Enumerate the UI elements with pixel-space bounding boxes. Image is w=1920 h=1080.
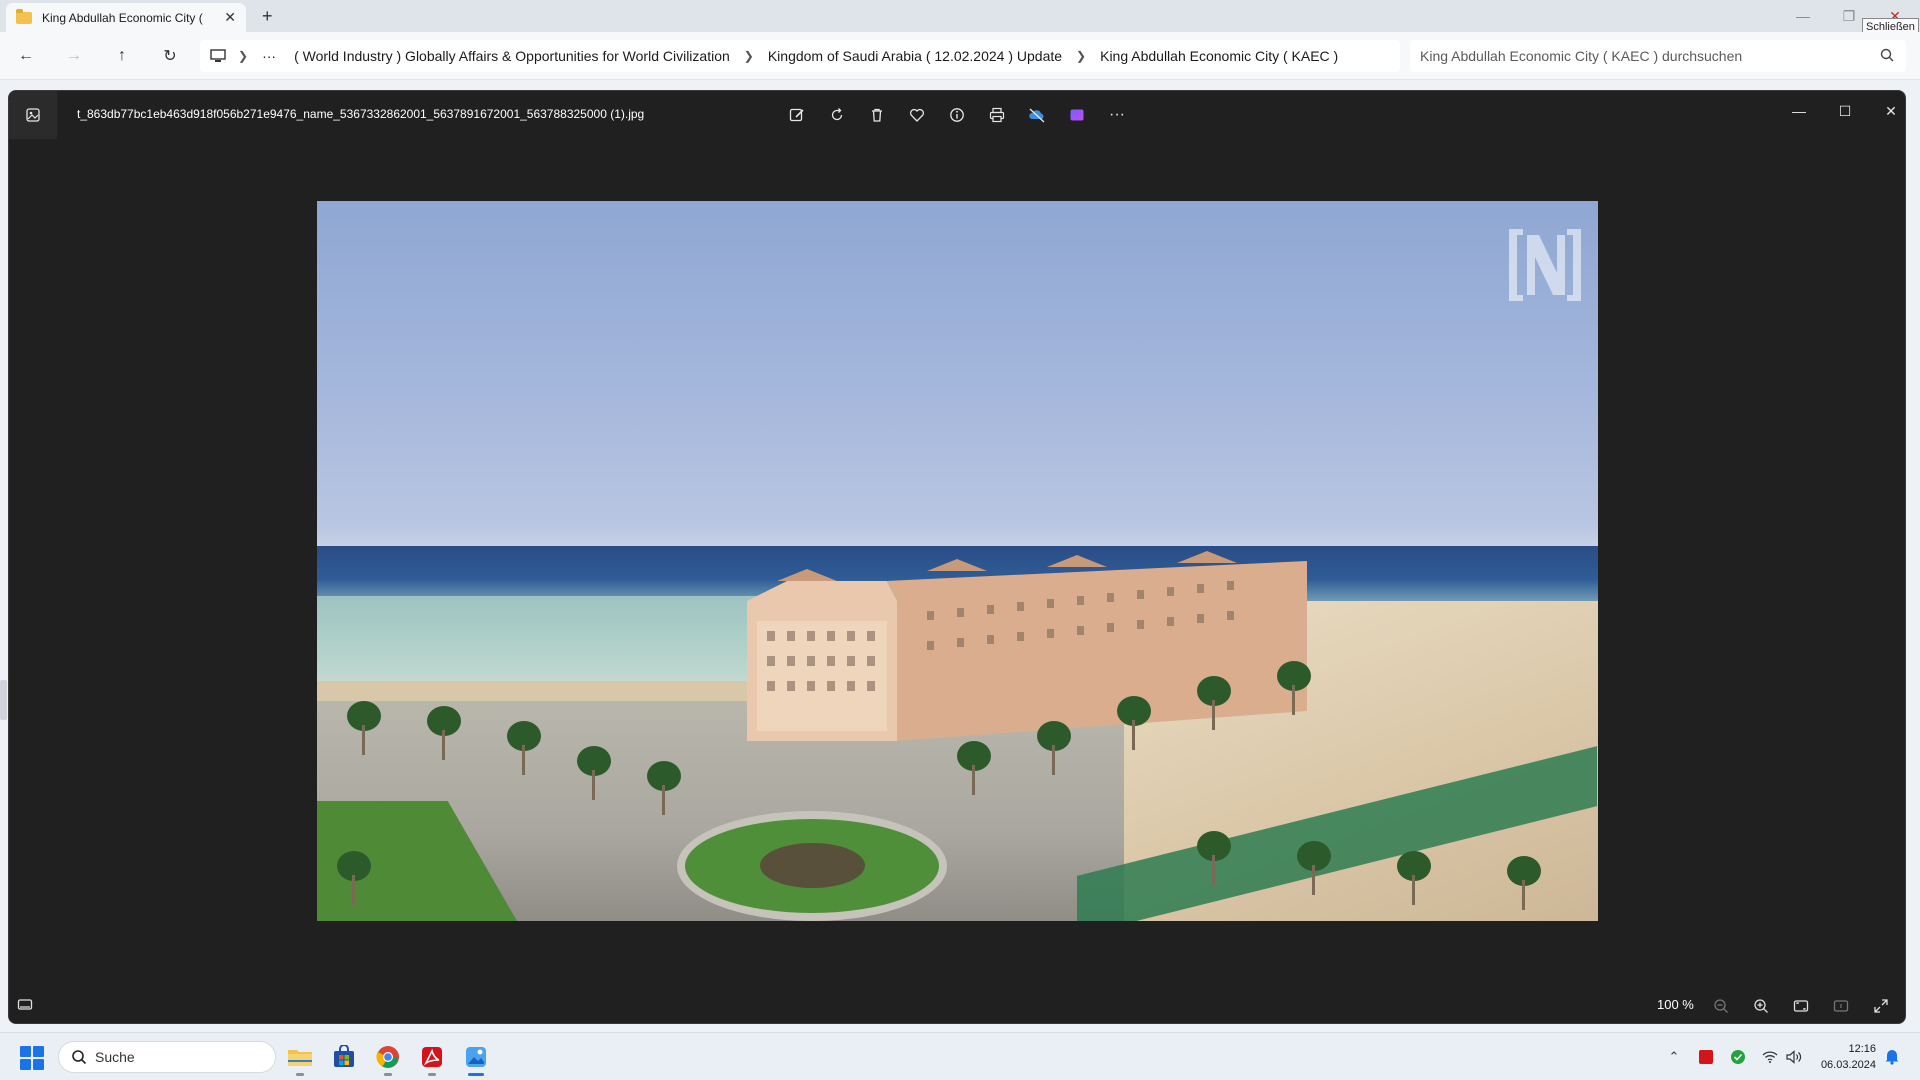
photo-roundabout — [677, 811, 947, 921]
overflow-button[interactable]: ··· — [262, 48, 276, 64]
new-tab-button[interactable]: + — [262, 6, 273, 27]
photo-palm-tree — [577, 746, 611, 800]
breadcrumb-saudi-arabia[interactable]: Kingdom of Saudi Arabia ( 12.02.2024 ) U… — [768, 48, 1062, 64]
photo-palm-tree — [1197, 676, 1231, 730]
viewer-close-icon[interactable]: ✕ — [1879, 99, 1903, 123]
security-check-icon[interactable] — [1728, 1047, 1748, 1067]
photo-palm-tree — [1297, 841, 1331, 895]
acrobat-tray-icon[interactable] — [1696, 1047, 1716, 1067]
search-icon — [1880, 48, 1894, 65]
photo-palm-tree — [347, 701, 381, 755]
photo-palm-tree — [507, 721, 541, 775]
viewer-title-bar: t_863db77bc1eb463d918f056b271e9476_name_… — [9, 91, 1905, 139]
adobe-acrobat-app-icon[interactable] — [416, 1041, 448, 1076]
windows-start-icon[interactable] — [20, 1046, 44, 1070]
photos-app-taskbar-icon[interactable] — [460, 1041, 492, 1076]
photo-palm-tree — [1117, 696, 1151, 750]
clock-date: 06.03.2024 — [1820, 1059, 1876, 1071]
clipchamp-video-icon[interactable] — [1065, 103, 1089, 127]
displayed-photo — [317, 201, 1598, 921]
breadcrumb-world-industry[interactable]: ( World Industry ) Globally Affairs & Op… — [294, 48, 730, 64]
viewer-toolbar: ··· — [785, 103, 1129, 127]
window-edge-handle — [0, 680, 7, 720]
favorite-heart-icon[interactable] — [905, 103, 929, 127]
running-indicator — [384, 1073, 392, 1076]
viewer-bottom-bar: 100 % — [9, 989, 1905, 1023]
refresh-icon[interactable]: ↻ — [158, 44, 182, 68]
wifi-icon[interactable] — [1760, 1047, 1780, 1067]
photo-palm-tree — [1037, 721, 1071, 775]
explorer-search-input[interactable]: King Abdullah Economic City ( KAEC ) dur… — [1410, 40, 1906, 72]
delete-icon[interactable] — [865, 103, 889, 127]
search-placeholder: King Abdullah Economic City ( KAEC ) dur… — [1420, 48, 1743, 64]
volume-icon[interactable] — [1784, 1047, 1804, 1067]
taskbar-search-label: Suche — [95, 1049, 135, 1065]
forward-arrow-icon[interactable]: → — [62, 44, 86, 68]
chevron-right-icon: ❯ — [1076, 49, 1087, 63]
search-icon — [71, 1049, 87, 1068]
photo-palm-tree — [1197, 831, 1231, 885]
chevron-right-icon: ❯ — [743, 49, 754, 63]
tab-close-button[interactable]: ✕ — [224, 9, 236, 26]
minimize-icon[interactable]: — — [1780, 0, 1826, 32]
viewer-maximize-icon[interactable]: ☐ — [1833, 99, 1857, 123]
address-bar[interactable]: ❯ ··· ( World Industry ) Globally Affair… — [200, 40, 1400, 72]
photos-app-icon — [9, 91, 57, 139]
explorer-toolbar: ← → ↑ ↻ ❯ ··· ( World Industry ) Globall… — [0, 32, 1920, 80]
taskbar-clock[interactable]: 12:16 06.03.2024 — [1812, 1041, 1876, 1073]
fit-to-window-icon[interactable] — [1789, 994, 1813, 1018]
running-indicator — [468, 1073, 484, 1076]
zoom-in-icon[interactable] — [1749, 994, 1773, 1018]
file-explorer-app-icon[interactable] — [284, 1041, 316, 1076]
info-icon[interactable] — [945, 103, 969, 127]
photo-palm-tree — [1277, 661, 1311, 715]
folder-icon — [16, 8, 32, 24]
taskbar: Suche ⌃ 12:16 06.03.2024 — [0, 1032, 1920, 1080]
print-icon[interactable] — [985, 103, 1009, 127]
photo-palm-tree — [427, 706, 461, 760]
taskbar-search-input[interactable]: Suche — [58, 1041, 276, 1073]
rotate-icon[interactable] — [825, 103, 849, 127]
more-options-button[interactable]: ··· — [1105, 103, 1129, 127]
microsoft-store-app-icon[interactable] — [328, 1041, 360, 1073]
explorer-tab[interactable]: King Abdullah Economic City ( ✕ — [6, 3, 246, 32]
computer-icon — [210, 49, 226, 63]
viewer-filename: t_863db77bc1eb463d918f056b271e9476_name_… — [77, 107, 645, 121]
photo-palm-tree — [957, 741, 991, 795]
filmstrip-icon[interactable] — [17, 997, 33, 1018]
onedrive-offline-icon[interactable] — [1025, 103, 1049, 127]
photo-palm-tree — [647, 761, 681, 815]
actual-size-icon[interactable] — [1829, 994, 1853, 1018]
clock-time: 12:16 — [1848, 1043, 1876, 1055]
photo-palm-tree — [1507, 856, 1541, 910]
chevron-up-icon[interactable]: ⌃ — [1664, 1047, 1684, 1067]
viewer-minimize-icon[interactable]: — — [1787, 99, 1811, 123]
notification-bell-icon[interactable] — [1884, 1047, 1900, 1070]
fullscreen-icon[interactable] — [1869, 994, 1893, 1018]
watermark-logo — [1509, 229, 1581, 301]
chrome-browser-app-icon[interactable] — [372, 1041, 404, 1076]
tab-title: King Abdullah Economic City ( — [42, 10, 203, 25]
photo-buildings — [747, 551, 1307, 741]
up-arrow-icon[interactable]: ↑ — [110, 44, 134, 68]
edit-image-icon[interactable] — [785, 103, 809, 127]
running-indicator — [428, 1073, 436, 1076]
photo-palm-tree — [1397, 851, 1431, 905]
back-arrow-icon[interactable]: ← — [14, 44, 38, 68]
zoom-out-icon[interactable] — [1709, 994, 1733, 1018]
zoom-level: 100 % — [1657, 997, 1694, 1012]
running-indicator — [296, 1073, 304, 1076]
explorer-tab-bar: King Abdullah Economic City ( ✕ + — ❐ ✕ … — [0, 0, 1920, 36]
photo-palm-tree — [337, 851, 371, 905]
chevron-right-icon: ❯ — [238, 49, 249, 63]
breadcrumb-kaec[interactable]: King Abdullah Economic City ( KAEC ) — [1100, 48, 1338, 64]
photos-viewer-window: t_863db77bc1eb463d918f056b271e9476_name_… — [8, 90, 1906, 1024]
